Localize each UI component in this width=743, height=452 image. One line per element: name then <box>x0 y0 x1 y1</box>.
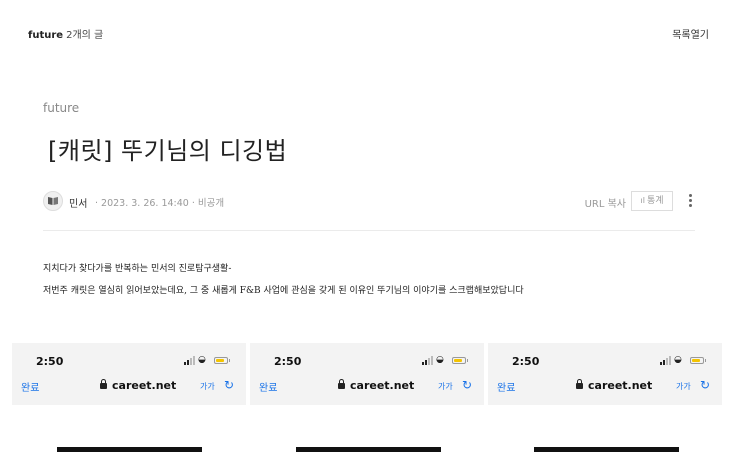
screenshot-home-indicator <box>534 447 679 452</box>
book-icon <box>48 197 58 205</box>
screenshot-image[interactable]: 2:50 ◒ 완료 careet.net 가가 ↻ <box>12 343 246 405</box>
paragraph: 저번주 캐릿은 열심히 읽어보았는데요, 그 중 새롭게 F&B 사업에 관심을… <box>43 286 524 296</box>
url-copy-button[interactable]: URL 복사 <box>585 195 626 210</box>
stats-button[interactable]: ıl 통계 <box>631 191 673 211</box>
post-body: 지치다가 찾다가를 반복하는 민서의 진로탐구생활- 저번주 캐릿은 열심히 읽… <box>43 258 524 302</box>
post-date: · 2023. 3. 26. 14:40 · 비공개 <box>95 198 225 209</box>
author-avatar[interactable] <box>43 191 63 211</box>
battery-icon <box>214 357 230 364</box>
more-options-icon[interactable] <box>685 192 695 210</box>
status-time: 2:50 <box>274 355 302 368</box>
url-text: careet.net <box>350 379 415 392</box>
post-count: 2개의 글 <box>66 30 104 41</box>
author-name[interactable]: 민서 <box>69 195 87 210</box>
lock-icon <box>576 379 583 389</box>
paragraph: 지치다가 찾다가를 반복하는 민서의 진로탐구생활- <box>43 264 232 274</box>
done-button: 완료 <box>259 383 278 394</box>
blog-title[interactable]: future 2개의 글 <box>28 26 103 41</box>
screenshot-home-indicator <box>57 447 202 452</box>
address-bar: careet.net <box>100 379 176 392</box>
url-text: careet.net <box>112 379 177 392</box>
divider <box>43 230 695 231</box>
address-bar: careet.net <box>576 379 652 392</box>
post-meta: 민서 · 2023. 3. 26. 14:40 · 비공개 URL 복사 ıl 통… <box>43 191 695 215</box>
wifi-icon: ◒ <box>674 355 682 365</box>
done-button: 완료 <box>21 383 40 394</box>
status-time: 2:50 <box>36 355 64 368</box>
wifi-icon: ◒ <box>436 355 444 365</box>
screenshot-image[interactable]: 2:50 ◒ 완료 careet.net 가가 ↻ <box>488 343 722 405</box>
status-icons: ◒ <box>660 356 708 366</box>
stats-icon: ıl <box>640 196 645 205</box>
status-time: 2:50 <box>512 355 540 368</box>
battery-icon <box>452 357 468 364</box>
reload-icon: ↻ <box>224 378 235 392</box>
wifi-icon: ◒ <box>198 355 206 365</box>
list-toggle-button[interactable]: 목록열기 <box>672 26 709 41</box>
url-text: careet.net <box>588 379 653 392</box>
lock-icon <box>100 379 107 389</box>
address-bar: careet.net <box>338 379 414 392</box>
reload-icon: ↻ <box>700 378 711 392</box>
status-icons: ◒ <box>184 356 232 366</box>
blog-header: future 2개의 글 목록열기 <box>0 0 743 60</box>
screenshot-image[interactable]: 2:50 ◒ 완료 careet.net 가가 ↻ <box>250 343 484 405</box>
stats-label: 통계 <box>646 196 664 206</box>
reload-icon: ↻ <box>462 378 473 392</box>
battery-icon <box>690 357 706 364</box>
post-category[interactable]: future <box>43 101 79 115</box>
status-icons: ◒ <box>422 356 470 366</box>
done-button: 완료 <box>497 383 516 394</box>
screenshot-home-indicator <box>296 447 441 452</box>
lock-icon <box>338 379 345 389</box>
text-size-icon: 가가 <box>676 382 691 391</box>
text-size-icon: 가가 <box>438 382 453 391</box>
blog-name[interactable]: future <box>28 30 63 41</box>
text-size-icon: 가가 <box>200 382 215 391</box>
post-title: [캐릿] 뚜기님의 디깅법 <box>48 137 288 165</box>
